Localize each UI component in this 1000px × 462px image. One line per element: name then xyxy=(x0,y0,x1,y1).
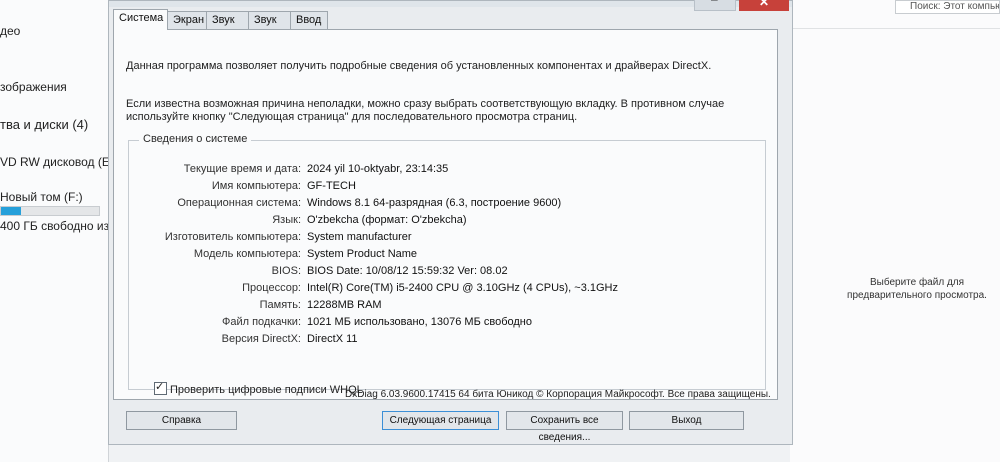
next-page-button[interactable]: Следующая страница xyxy=(382,411,499,430)
system-tab-panel: Данная программа позволяет получить подр… xyxy=(113,29,778,400)
explorer-window: део зображения тва и диски (4) VD RW дис… xyxy=(0,0,110,462)
explorer-item-video[interactable]: део xyxy=(0,24,20,38)
info-value: System Product Name xyxy=(307,248,418,260)
info-value: 12288MB RAM xyxy=(307,299,382,311)
whql-checkbox-label: Проверить цифровые подписи WHQL xyxy=(170,384,363,396)
info-value: BIOS Date: 10/08/12 15:59:32 Ver: 08.02 xyxy=(307,265,508,277)
checkbox-checked-icon[interactable] xyxy=(154,380,167,395)
close-icon: ✕ xyxy=(759,0,770,9)
info-label: Версия DirectX: xyxy=(221,333,301,345)
info-value: 1021 МБ использовано, 13076 МБ свободно xyxy=(307,316,532,328)
info-label: BIOS: xyxy=(271,265,301,277)
title-bar[interactable] xyxy=(109,1,792,7)
info-label: Операционная система: xyxy=(177,197,301,209)
info-value: O'zbekcha (формат: O'zbekcha) xyxy=(307,214,467,226)
pane-divider xyxy=(790,28,1000,29)
tab-strip: Система Экран Звук 1 Звук 2 Ввод xyxy=(109,9,792,43)
save-all-button[interactable]: Сохранить все сведения... xyxy=(506,411,623,443)
tab-sound-1[interactable]: Звук 1 xyxy=(206,11,249,43)
tab-system[interactable]: Система xyxy=(113,9,168,30)
explorer-item-dvd-drive[interactable]: VD RW дисковод (E xyxy=(0,155,110,169)
search-input[interactable]: Поиск: Этот компью xyxy=(895,0,1000,14)
tab-display[interactable]: Экран xyxy=(167,11,207,29)
explorer-item-free-space: 400 ГБ свободно из xyxy=(0,219,110,233)
copyright-text: DxDiag 6.03.9600.17415 64 бита Юникод © … xyxy=(345,389,771,400)
exit-button[interactable]: Выход xyxy=(629,411,744,430)
minimize-icon: – xyxy=(711,0,718,6)
info-value: System manufacturer xyxy=(307,231,412,243)
info-value: Windows 8.1 64-разрядная (6.3, построени… xyxy=(307,197,562,209)
info-value: Intel(R) Core(TM) i5-2400 CPU @ 3.10GHz … xyxy=(307,282,618,294)
help-button[interactable]: Справка xyxy=(126,411,237,430)
group-title: Сведения о системе xyxy=(139,133,252,145)
drive-usage-fill xyxy=(1,207,21,215)
hint-text: Если известна возможная причина неполадк… xyxy=(126,98,725,123)
info-value: DirectX 11 xyxy=(307,333,358,345)
explorer-section-devices[interactable]: тва и диски (4) xyxy=(0,117,88,132)
explorer-item-images[interactable]: зображения xyxy=(0,80,67,94)
intro-text: Данная программа позволяет получить подр… xyxy=(126,60,712,72)
info-label: Модель компьютера: xyxy=(193,248,301,260)
preview-message: Выберите файл для предварительного просм… xyxy=(847,277,987,301)
tab-sound-2[interactable]: Звук 2 xyxy=(248,11,291,43)
dxdiag-dialog: – ✕ Система Экран Звук 1 Звук 2 Ввод Дан… xyxy=(108,0,793,445)
whql-checkbox[interactable]: Проверить цифровые подписи WHQL xyxy=(154,380,363,396)
info-value: 2024 yil 10-oktyabr, 23:14:35 xyxy=(307,163,449,175)
info-label: Язык: xyxy=(272,214,301,226)
drive-usage-bar xyxy=(0,206,100,216)
info-label: Файл подкачки: xyxy=(221,316,301,328)
explorer-item-new-volume[interactable]: Новый том (F:) xyxy=(0,190,83,204)
info-value: GF-TECH xyxy=(307,180,356,192)
tab-input[interactable]: Ввод xyxy=(290,11,328,29)
info-label: Имя компьютера: xyxy=(211,180,301,192)
info-label: Процессор: xyxy=(242,282,301,294)
info-label: Изготовитель компьютера: xyxy=(164,231,301,243)
preview-pane xyxy=(790,0,1000,462)
info-label: Текущие время и дата: xyxy=(183,163,301,175)
info-label: Память: xyxy=(259,299,301,311)
system-info-group: Сведения о системе Текущие время и дата:… xyxy=(128,133,766,390)
